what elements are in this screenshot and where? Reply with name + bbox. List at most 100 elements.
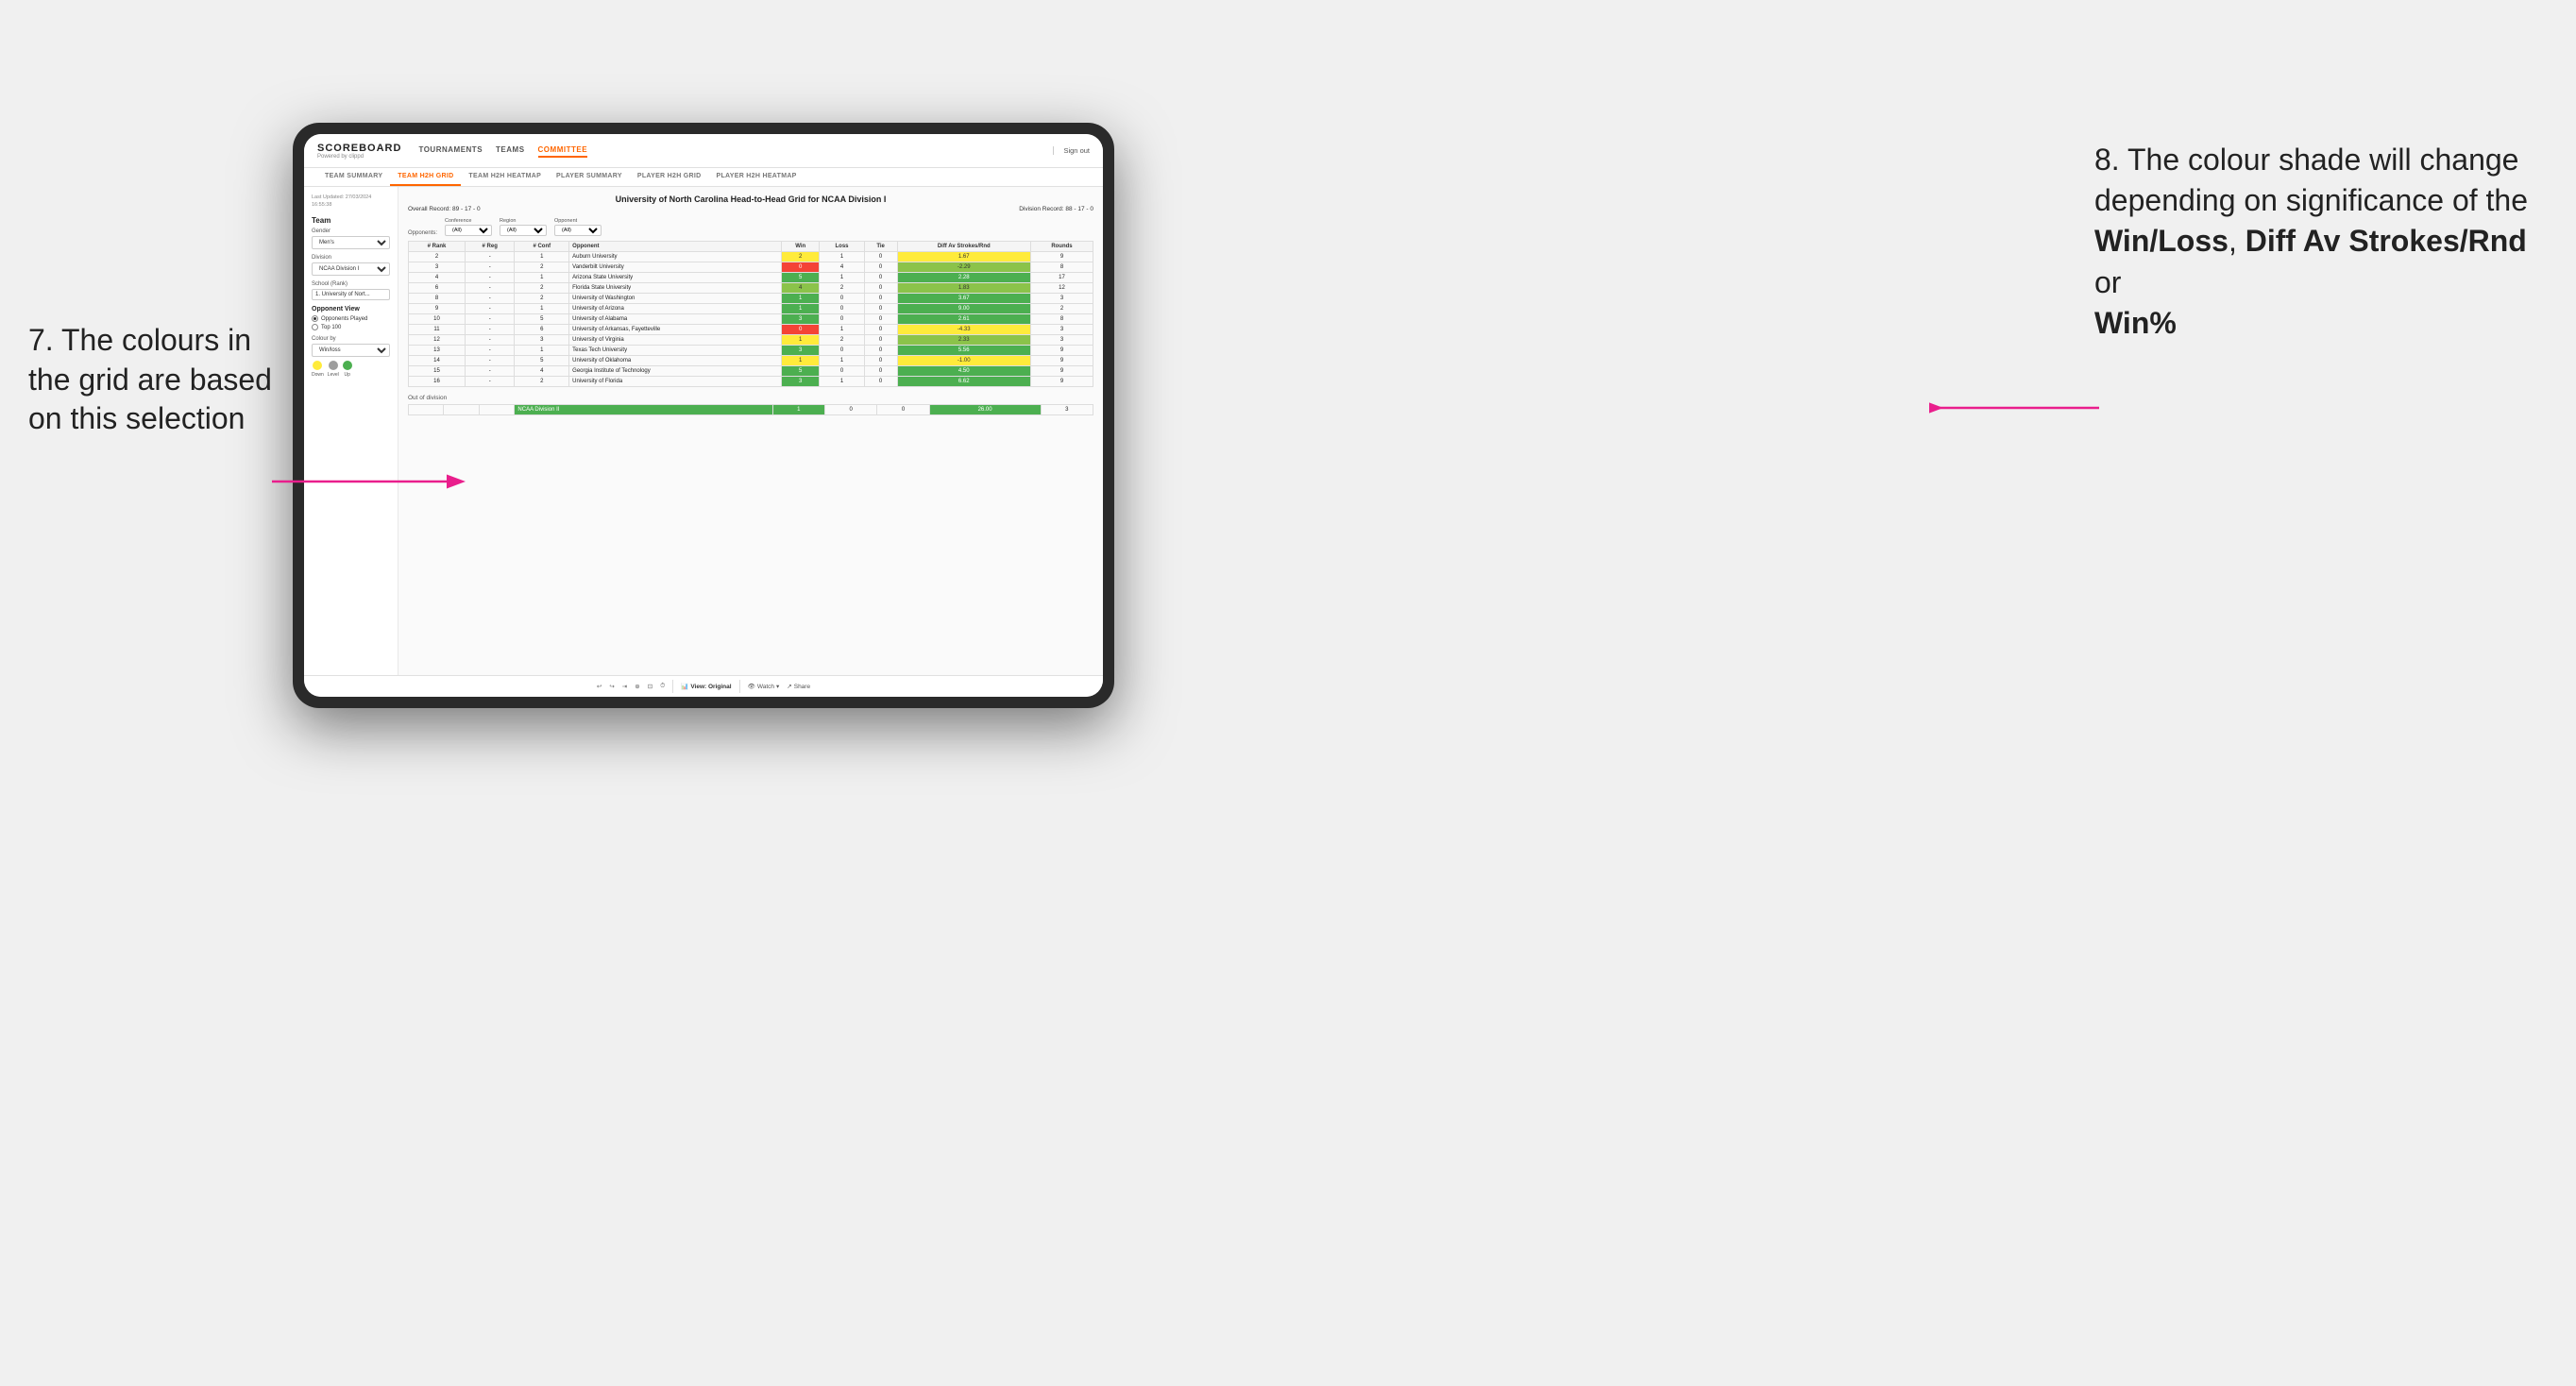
ood-cell-win: 1 bbox=[772, 405, 824, 415]
grid-title: University of North Carolina Head-to-Hea… bbox=[408, 194, 1093, 204]
forward-icon[interactable]: ⇥ bbox=[622, 683, 627, 690]
cell-rank: 11 bbox=[409, 325, 466, 335]
cell-loss: 1 bbox=[820, 325, 864, 335]
col-opponent: Opponent bbox=[569, 242, 782, 252]
subnav-player-h2h-heatmap[interactable]: PLAYER H2H HEATMAP bbox=[709, 168, 805, 186]
cell-diff: -1.00 bbox=[897, 356, 1030, 366]
cell-win: 1 bbox=[782, 356, 820, 366]
overall-record: Overall Record: 89 - 17 - 0 bbox=[408, 206, 481, 212]
cell-reg: - bbox=[465, 294, 514, 304]
watch-btn[interactable]: 👁 Watch ▾ bbox=[748, 683, 780, 690]
annotation-bold3: Win% bbox=[2094, 306, 2177, 340]
out-of-division: Out of division NCAA Division II 1 0 0 2… bbox=[408, 395, 1093, 415]
opponent-select[interactable]: (All) bbox=[554, 225, 602, 236]
subnav-team-h2h-heatmap[interactable]: TEAM H2H HEATMAP bbox=[461, 168, 549, 186]
legend-up-circle bbox=[343, 361, 352, 370]
colour-legend: Down Level Up bbox=[312, 361, 390, 378]
cell-rounds: 8 bbox=[1030, 314, 1093, 325]
cell-rank: 3 bbox=[409, 262, 466, 273]
cell-rank: 9 bbox=[409, 304, 466, 314]
cell-rank: 10 bbox=[409, 314, 466, 325]
cell-conf: 2 bbox=[515, 283, 569, 294]
cell-diff: -4.33 bbox=[897, 325, 1030, 335]
radio-label-top100: Top 100 bbox=[321, 325, 341, 330]
subnav-team-summary[interactable]: TEAM SUMMARY bbox=[317, 168, 390, 186]
filter-opponent: Opponent (All) bbox=[554, 218, 602, 236]
clock-icon[interactable]: ⏱ bbox=[660, 683, 665, 690]
cell-win: 3 bbox=[782, 346, 820, 356]
sign-out-link[interactable]: Sign out bbox=[1053, 146, 1090, 155]
region-select[interactable]: (All) bbox=[500, 225, 547, 236]
filter-conference: Conference (All) bbox=[445, 218, 492, 236]
annotation-sep2: or bbox=[2094, 265, 2121, 299]
subnav-team-h2h-grid[interactable]: TEAM H2H GRID bbox=[390, 168, 461, 186]
table-row: 15 - 4 Georgia Institute of Technology 5… bbox=[409, 366, 1093, 377]
cell-tie: 0 bbox=[864, 325, 897, 335]
cell-conf: 5 bbox=[515, 314, 569, 325]
cell-rounds: 3 bbox=[1030, 294, 1093, 304]
logo-text: SCOREBOARD bbox=[317, 143, 401, 154]
logo-sub: Powered by clippd bbox=[317, 154, 401, 160]
cell-diff: 2.61 bbox=[897, 314, 1030, 325]
cell-diff: 6.62 bbox=[897, 377, 1030, 387]
cell-tie: 0 bbox=[864, 294, 897, 304]
cell-rounds: 9 bbox=[1030, 366, 1093, 377]
cell-rank: 16 bbox=[409, 377, 466, 387]
opponents-filter-label: Opponents: bbox=[408, 230, 437, 236]
cell-reg: - bbox=[465, 304, 514, 314]
cell-rounds: 9 bbox=[1030, 252, 1093, 262]
logo-area: SCOREBOARD Powered by clippd bbox=[317, 143, 401, 160]
redo-icon[interactable]: ↪ bbox=[609, 683, 614, 690]
crop-icon[interactable]: ⊡ bbox=[648, 683, 652, 690]
main-table: # Rank # Reg # Conf Opponent Win Loss Ti… bbox=[408, 241, 1093, 387]
cell-diff: 2.28 bbox=[897, 273, 1030, 283]
conference-select[interactable]: (All) bbox=[445, 225, 492, 236]
cell-tie: 0 bbox=[864, 273, 897, 283]
cell-opponent: Vanderbilt University bbox=[569, 262, 782, 273]
cell-loss: 0 bbox=[820, 314, 864, 325]
cell-rounds: 9 bbox=[1030, 346, 1093, 356]
sidebar-division-select[interactable]: NCAA Division I bbox=[312, 262, 390, 276]
cell-diff: 3.67 bbox=[897, 294, 1030, 304]
cell-reg: - bbox=[465, 346, 514, 356]
table-row: 14 - 5 University of Oklahoma 1 1 0 -1.0… bbox=[409, 356, 1093, 366]
cell-rank: 14 bbox=[409, 356, 466, 366]
cell-opponent: Georgia Institute of Technology bbox=[569, 366, 782, 377]
nav-committee[interactable]: COMMITTEE bbox=[538, 144, 588, 158]
filters-row: Opponents: Conference (All) Region (All) bbox=[408, 218, 1093, 236]
table-row: 11 - 6 University of Arkansas, Fayettevi… bbox=[409, 325, 1093, 335]
cell-reg: - bbox=[465, 325, 514, 335]
cell-conf: 5 bbox=[515, 356, 569, 366]
sidebar-division-label: Division bbox=[312, 255, 390, 261]
annotation-left: 7. The colours in the grid are based on … bbox=[28, 321, 274, 439]
cell-diff: 9.00 bbox=[897, 304, 1030, 314]
ood-cell-rounds: 3 bbox=[1041, 405, 1093, 415]
radio-top100[interactable]: Top 100 bbox=[312, 324, 390, 330]
nav-links: TOURNAMENTS TEAMS COMMITTEE bbox=[418, 144, 1053, 158]
cell-win: 1 bbox=[782, 294, 820, 304]
colour-by-label: Colour by bbox=[312, 336, 390, 342]
sidebar-gender-field: Gender Men's bbox=[312, 228, 390, 249]
nav-tournaments[interactable]: TOURNAMENTS bbox=[418, 144, 483, 158]
radio-opponents-played[interactable]: Opponents Played bbox=[312, 315, 390, 322]
cell-loss: 2 bbox=[820, 283, 864, 294]
cell-tie: 0 bbox=[864, 252, 897, 262]
copy-icon[interactable]: ⊕ bbox=[635, 683, 639, 690]
cell-opponent: University of Florida bbox=[569, 377, 782, 387]
cell-win: 5 bbox=[782, 273, 820, 283]
view-label[interactable]: 📊 View: Original bbox=[681, 683, 731, 690]
out-of-division-label: Out of division bbox=[408, 395, 1093, 401]
sidebar-gender-select[interactable]: Men's bbox=[312, 236, 390, 249]
cell-diff: 5.56 bbox=[897, 346, 1030, 356]
share-btn[interactable]: ↗ Share bbox=[787, 683, 810, 690]
colour-by-select[interactable]: Win/loss bbox=[312, 344, 390, 357]
subnav-player-h2h-grid[interactable]: PLAYER H2H GRID bbox=[630, 168, 709, 186]
nav-teams[interactable]: TEAMS bbox=[496, 144, 525, 158]
annotation-left-text: The colours in the grid are based on thi… bbox=[28, 323, 272, 435]
cell-diff: -2.29 bbox=[897, 262, 1030, 273]
undo-icon[interactable]: ↩ bbox=[597, 683, 602, 690]
cell-tie: 0 bbox=[864, 377, 897, 387]
cell-conf: 1 bbox=[515, 304, 569, 314]
subnav-player-summary[interactable]: PLAYER SUMMARY bbox=[549, 168, 630, 186]
col-diff: Diff Av Strokes/Rnd bbox=[897, 242, 1030, 252]
